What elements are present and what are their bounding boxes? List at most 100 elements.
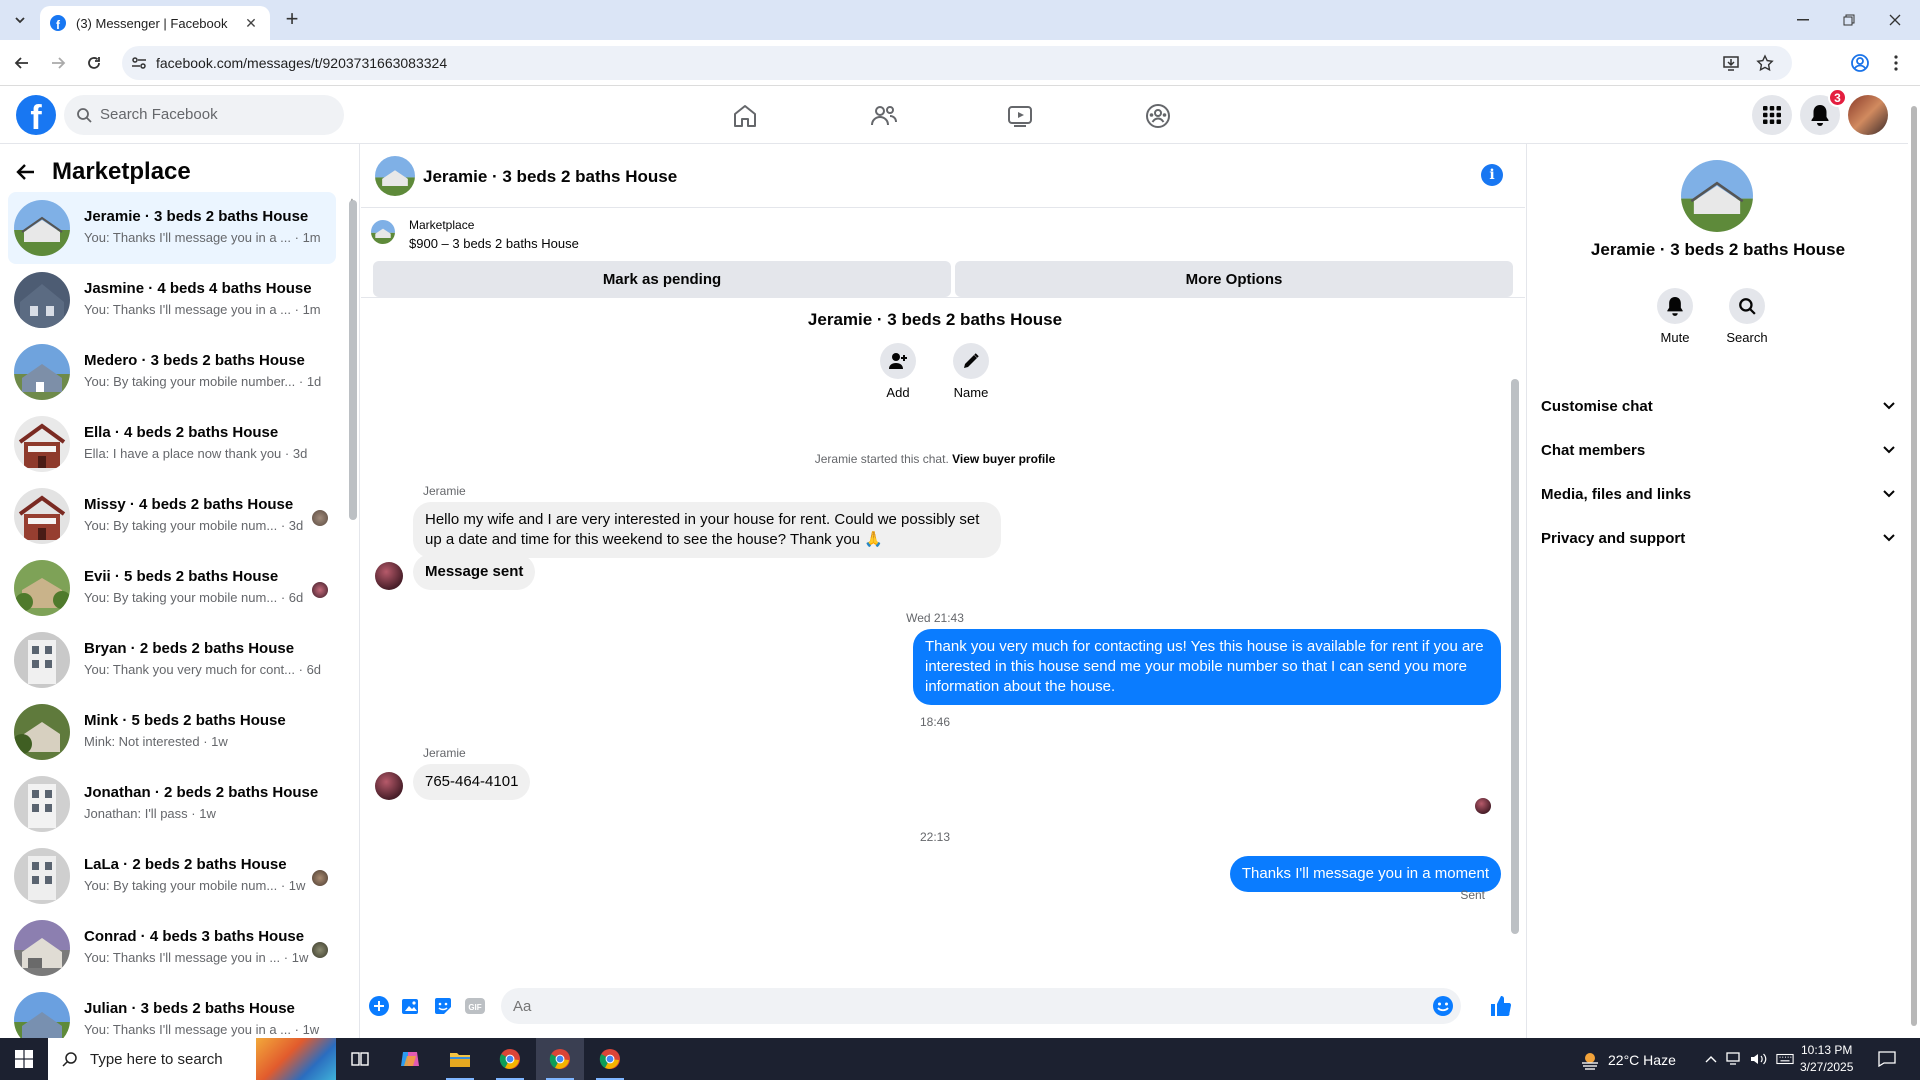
search-in-conversation-button[interactable]: Search (1717, 288, 1777, 345)
view-buyer-profile-link[interactable]: View buyer profile (952, 452, 1055, 466)
sidebar-title: Marketplace (52, 158, 191, 185)
info-icon[interactable]: i (1481, 164, 1503, 186)
new-tab-button[interactable]: + (280, 8, 304, 32)
file-explorer-icon[interactable] (436, 1038, 484, 1080)
outgoing-message[interactable]: Thank you very much for contacting us! Y… (913, 629, 1501, 705)
listing-thumbnail (14, 632, 70, 688)
chat-members-section[interactable]: Chat members (1541, 428, 1895, 472)
gif-icon[interactable]: GIF (463, 994, 487, 1018)
facebook-logo-icon[interactable]: f (16, 95, 56, 135)
conversation-preview: You: Thanks I'll message you in a ... · … (84, 302, 321, 317)
page-scrollbar[interactable] (1910, 86, 1918, 1038)
profile-avatar[interactable] (1848, 95, 1888, 135)
svg-text:GIF: GIF (468, 1003, 481, 1012)
windows-start-icon[interactable] (0, 1038, 48, 1080)
weather-widget-image[interactable] (256, 1038, 336, 1080)
taskbar-weather[interactable]: 22°C Haze (1580, 1050, 1676, 1070)
tab-close-icon[interactable]: ✕ (242, 15, 260, 32)
install-app-icon[interactable] (1722, 54, 1740, 72)
conversation-item[interactable]: Jeramie · 3 beds 2 baths House You: Than… (8, 192, 336, 264)
video-icon[interactable] (1004, 100, 1036, 132)
like-thumbs-up-icon[interactable] (1489, 994, 1513, 1018)
conversation-item[interactable]: Jonathan · 2 beds 2 baths House Jonathan… (8, 768, 336, 840)
back-arrow-icon[interactable] (10, 51, 34, 75)
restore-icon[interactable] (1826, 0, 1872, 40)
bookmark-star-icon[interactable] (1756, 54, 1774, 72)
taskbar-clock[interactable]: 10:13 PM 3/27/2025 (1800, 1042, 1853, 1076)
customise-chat-section[interactable]: Customise chat (1541, 384, 1895, 428)
outgoing-message[interactable]: Thanks I'll message you in a moment (1229, 856, 1501, 892)
incoming-message[interactable]: 765-464-4101 (413, 764, 531, 800)
conversation-name: Jasmine · 4 beds 4 baths House (84, 280, 312, 297)
profile-account-icon[interactable] (1848, 51, 1872, 75)
bell-icon (1667, 297, 1683, 316)
conversation-preview: Ella: I have a place now thank you · 3d (84, 446, 308, 461)
chevron-up-icon[interactable] (1702, 1050, 1720, 1068)
chat-listing-thumbnail[interactable] (375, 156, 415, 196)
add-button[interactable]: Add (868, 343, 928, 400)
facebook-search-input[interactable]: Search Facebook (64, 95, 344, 135)
sender-name: Jeramie (423, 746, 466, 760)
site-info-icon[interactable] (130, 54, 148, 72)
more-options-button[interactable]: More Options (955, 261, 1513, 297)
chrome-icon[interactable] (536, 1038, 584, 1080)
sender-avatar[interactable] (375, 772, 403, 800)
groups-icon[interactable] (1142, 100, 1174, 132)
privacy-support-section[interactable]: Privacy and support (1541, 516, 1895, 560)
message-input[interactable] (501, 988, 1461, 1024)
omnibox[interactable]: facebook.com/messages/t/9203731663083324 (122, 46, 1792, 80)
close-window-icon[interactable] (1872, 0, 1918, 40)
photo-gallery-icon[interactable] (399, 994, 423, 1018)
conversation-item[interactable]: Conrad · 4 beds 3 baths House You: Thank… (8, 912, 336, 984)
back-arrow-icon[interactable] (16, 163, 36, 181)
incoming-message[interactable]: Message sent (413, 554, 536, 590)
search-icon (62, 1052, 77, 1067)
copilot-icon[interactable] (386, 1038, 434, 1080)
sidebar-scrollbar[interactable] (349, 200, 357, 520)
conversation-item[interactable]: Evii · 5 beds 2 baths House You: By taki… (8, 552, 336, 624)
conversation-item[interactable]: Julian · 3 beds 2 baths House You: Thank… (8, 984, 336, 1038)
taskbar-search-input[interactable]: Type here to search (48, 1038, 256, 1080)
notifications-center-icon[interactable] (1878, 1050, 1896, 1068)
reload-icon[interactable] (82, 51, 106, 75)
emoji-icon[interactable] (1431, 994, 1455, 1018)
listing-thumbnail (14, 560, 70, 616)
sender-avatar[interactable] (375, 562, 403, 590)
name-button[interactable]: Name (941, 343, 1001, 400)
chrome-icon[interactable] (586, 1038, 634, 1080)
chrome-icon[interactable] (486, 1038, 534, 1080)
menu-grid-icon[interactable] (1752, 95, 1792, 135)
media-files-links-section[interactable]: Media, files and links (1541, 472, 1895, 516)
minimize-icon[interactable] (1780, 0, 1826, 40)
listing-price[interactable]: $900 – 3 beds 2 baths House (409, 236, 579, 251)
plus-circle-icon[interactable] (367, 994, 391, 1018)
network-icon[interactable] (1726, 1050, 1744, 1068)
friends-icon[interactable] (868, 100, 900, 132)
conversation-item[interactable]: Mink · 5 beds 2 baths House Mink: Not in… (8, 696, 336, 768)
conversation-item[interactable]: Missy · 4 beds 2 baths House You: By tak… (8, 480, 336, 552)
chat-title[interactable]: Jeramie · 3 beds 2 baths House (423, 167, 677, 187)
tab-search-chevron-icon[interactable] (8, 8, 32, 32)
task-view-icon[interactable] (336, 1038, 384, 1080)
chat-scrollbar[interactable] (1511, 379, 1519, 934)
browser-tab[interactable]: f (3) Messenger | Facebook ✕ (40, 6, 270, 40)
conversation-item[interactable]: Medero · 3 beds 2 baths House You: By ta… (8, 336, 336, 408)
conversation-item[interactable]: Ella · 4 beds 2 baths House Ella: I have… (8, 408, 336, 480)
conversation-item[interactable]: LaLa · 2 beds 2 baths House You: By taki… (8, 840, 336, 912)
mark-as-pending-button[interactable]: Mark as pending (373, 261, 951, 297)
home-icon[interactable] (729, 100, 761, 132)
incoming-message[interactable]: Hello my wife and I are very interested … (413, 502, 1001, 558)
sticker-icon[interactable] (431, 994, 455, 1018)
volume-icon[interactable] (1750, 1050, 1768, 1068)
search-icon (1739, 298, 1756, 315)
forward-arrow-icon[interactable] (46, 51, 70, 75)
listing-mini-thumbnail (371, 220, 395, 244)
chat-details-panel: Jeramie · 3 beds 2 baths House Mute Sear… (1526, 144, 1908, 1038)
conversation-item[interactable]: Jasmine · 4 beds 4 baths House You: Than… (8, 264, 336, 336)
keyboard-icon[interactable] (1776, 1050, 1794, 1068)
details-listing-thumbnail[interactable] (1681, 160, 1753, 232)
conversation-item[interactable]: Bryan · 2 beds 2 baths House You: Thank … (8, 624, 336, 696)
mute-button[interactable]: Mute (1645, 288, 1705, 345)
browser-menu-icon[interactable] (1884, 51, 1908, 75)
facebook-favicon-icon: f (50, 15, 66, 31)
